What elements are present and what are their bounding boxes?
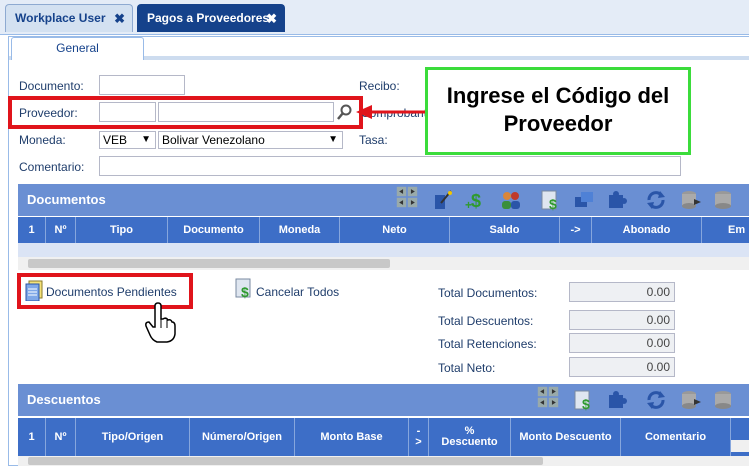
- descuentos-grid-header: 1 Nº Tipo/Origen Número/Origen Monto Bas…: [18, 418, 749, 456]
- documentos-grid-header: 1 Nº Tipo Documento Moneda Neto Saldo ->…: [18, 217, 749, 243]
- column-header[interactable]: Monto Descuento: [511, 418, 621, 456]
- refresh-icon[interactable]: [645, 189, 667, 211]
- cancel-money-icon[interactable]: $: [233, 277, 255, 300]
- svg-text:$: $: [471, 191, 481, 211]
- total-retenciones-label: Total Retenciones:: [438, 337, 537, 351]
- window-icon[interactable]: [573, 189, 595, 211]
- comentario-label: Comentario:: [19, 160, 85, 174]
- chevron-down-icon: ▼: [328, 134, 338, 145]
- pager-icon[interactable]: [396, 186, 418, 208]
- proveedor-name-input[interactable]: [158, 102, 334, 122]
- total-documentos-value: 0.00: [569, 282, 675, 302]
- puzzle-icon[interactable]: [606, 389, 628, 411]
- documentos-pendientes-link[interactable]: Documentos Pendientes: [46, 285, 177, 299]
- column-header[interactable]: Nº: [46, 217, 76, 243]
- comentario-input[interactable]: [99, 156, 681, 176]
- descuentos-grid-title: Descuentos: [18, 384, 749, 416]
- column-header[interactable]: Neto: [340, 217, 450, 243]
- column-header[interactable]: - >: [409, 418, 429, 456]
- column-header[interactable]: Monto Base: [295, 418, 409, 456]
- total-retenciones-value: 0.00: [569, 333, 675, 353]
- magic-wand-icon[interactable]: [432, 189, 454, 211]
- refresh-icon[interactable]: [645, 389, 667, 411]
- documento-input[interactable]: [99, 75, 185, 95]
- close-icon[interactable]: ✖: [266, 5, 277, 32]
- cancelar-todos-link[interactable]: Cancelar Todos: [256, 285, 339, 299]
- documento-label: Documento:: [19, 79, 84, 93]
- svg-text:$: $: [582, 396, 590, 411]
- column-header[interactable]: Número/Origen: [190, 418, 295, 456]
- column-header[interactable]: % Descuento: [429, 418, 511, 456]
- column-header[interactable]: Saldo: [450, 217, 560, 243]
- tab-workplace-user[interactable]: Workplace User ✖: [5, 4, 133, 32]
- total-descuentos-value: 0.00: [569, 310, 675, 330]
- callout-box: Ingrese el Código del Proveedor: [425, 67, 691, 155]
- vertical-scrollbar[interactable]: [731, 440, 749, 452]
- database-icon[interactable]: [712, 389, 734, 411]
- proveedor-label: Proveedor:: [19, 106, 78, 120]
- svg-text:$: $: [241, 284, 249, 299]
- tab-label: Workplace User: [15, 11, 106, 25]
- tasa-label: Tasa:: [359, 133, 388, 147]
- column-header[interactable]: Nº: [46, 418, 76, 456]
- moneda-label: Moneda:: [19, 133, 66, 147]
- moneda-code-select[interactable]: VEB ▼: [99, 131, 156, 149]
- document-money-icon[interactable]: $: [573, 389, 595, 411]
- horizontal-scrollbar[interactable]: [18, 456, 749, 466]
- column-header[interactable]: Comentario: [621, 418, 731, 456]
- callout-line-1: Ingrese el Código del: [446, 83, 670, 108]
- column-header[interactable]: ->: [560, 217, 592, 243]
- database-icon[interactable]: [712, 189, 734, 211]
- documentos-grid-title: Documentos: [18, 184, 749, 216]
- total-documentos-label: Total Documentos:: [438, 286, 538, 300]
- tab-general[interactable]: General: [11, 37, 144, 60]
- hand-cursor-icon: [143, 302, 177, 344]
- users-icon[interactable]: [500, 189, 522, 211]
- add-money-icon[interactable]: $ +: [465, 189, 487, 211]
- search-icon[interactable]: [336, 103, 354, 121]
- proveedor-code-input[interactable]: [99, 102, 156, 122]
- scrollbar-thumb[interactable]: [28, 457, 543, 465]
- horizontal-scrollbar[interactable]: [18, 257, 749, 270]
- close-icon[interactable]: ✖: [114, 5, 125, 32]
- documents-icon[interactable]: [23, 279, 45, 302]
- column-header[interactable]: Moneda: [260, 217, 340, 243]
- database-export-icon[interactable]: [680, 189, 702, 211]
- scrollbar-thumb[interactable]: [28, 259, 390, 268]
- column-header[interactable]: 1: [18, 217, 46, 243]
- chevron-down-icon: ▼: [141, 134, 151, 145]
- moneda-name-select[interactable]: Bolivar Venezolano ▼: [158, 131, 343, 149]
- documentos-grid-body: [18, 243, 749, 257]
- column-header[interactable]: Tipo/Origen: [76, 418, 190, 456]
- total-neto-value: 0.00: [569, 357, 675, 377]
- callout-line-2: Proveedor: [503, 111, 613, 136]
- column-header[interactable]: Documento: [168, 217, 260, 243]
- svg-text:$: $: [549, 196, 557, 211]
- arrow-left-icon: [356, 104, 428, 120]
- column-header[interactable]: Em: [702, 217, 749, 243]
- pager-icon[interactable]: [537, 386, 559, 408]
- tab-label: Pagos a Proveedores: [147, 11, 270, 25]
- tab-pagos-a-proveedores[interactable]: Pagos a Proveedores ✖: [137, 4, 285, 32]
- svg-text:+: +: [465, 198, 472, 211]
- recibo-label: Recibo:: [359, 79, 400, 93]
- column-header[interactable]: Abonado: [592, 217, 702, 243]
- column-header[interactable]: Tipo: [76, 217, 168, 243]
- total-descuentos-label: Total Descuentos:: [438, 314, 534, 328]
- total-neto-label: Total Neto:: [438, 361, 496, 375]
- document-money-icon[interactable]: $: [540, 189, 562, 211]
- database-export-icon[interactable]: [680, 389, 702, 411]
- puzzle-icon[interactable]: [606, 189, 628, 211]
- column-header[interactable]: 1: [18, 418, 46, 456]
